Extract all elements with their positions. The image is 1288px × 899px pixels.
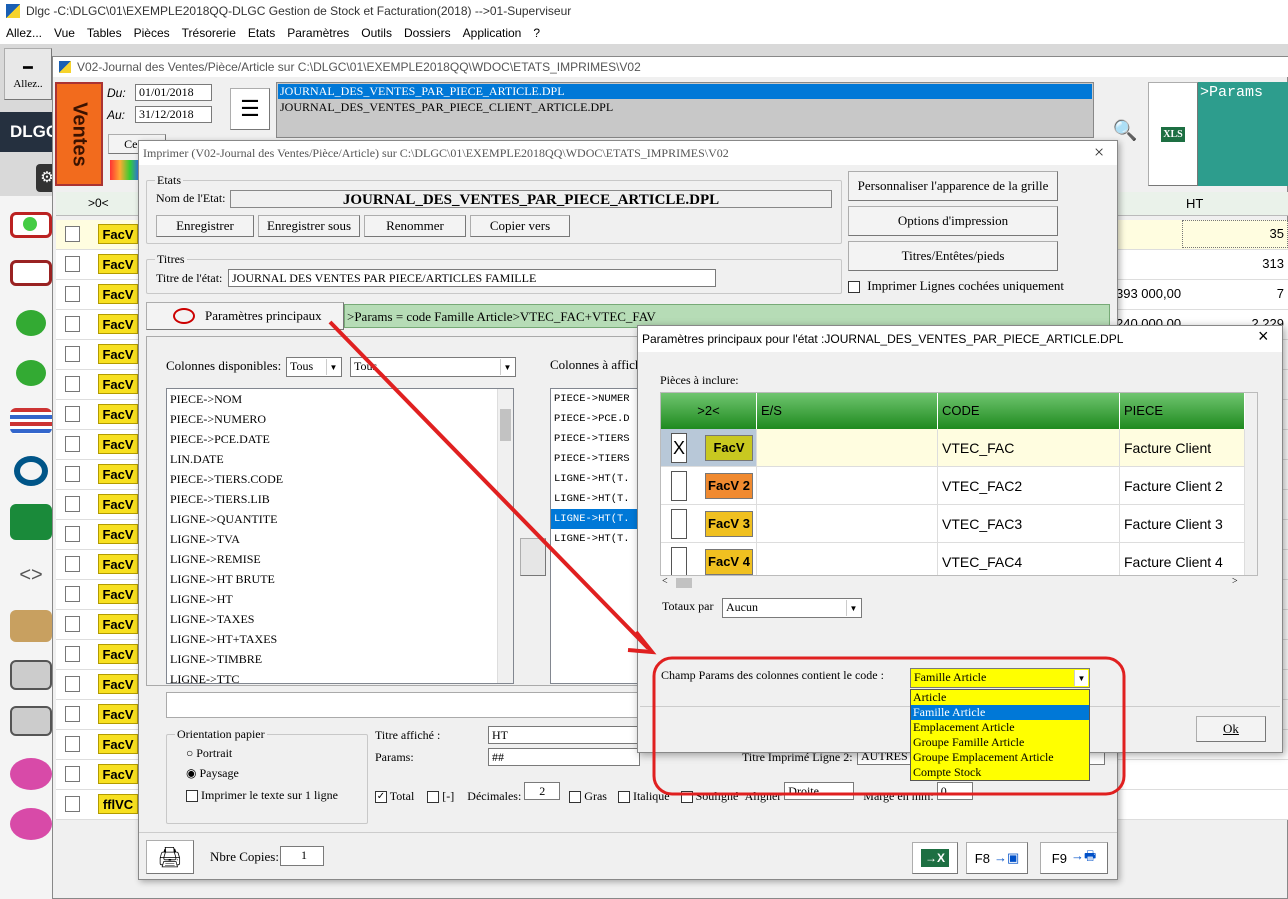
annotation-overlay (328, 320, 1126, 796)
annotation-arrow-line (328, 320, 650, 650)
annotation-highlight-box (652, 656, 1126, 796)
